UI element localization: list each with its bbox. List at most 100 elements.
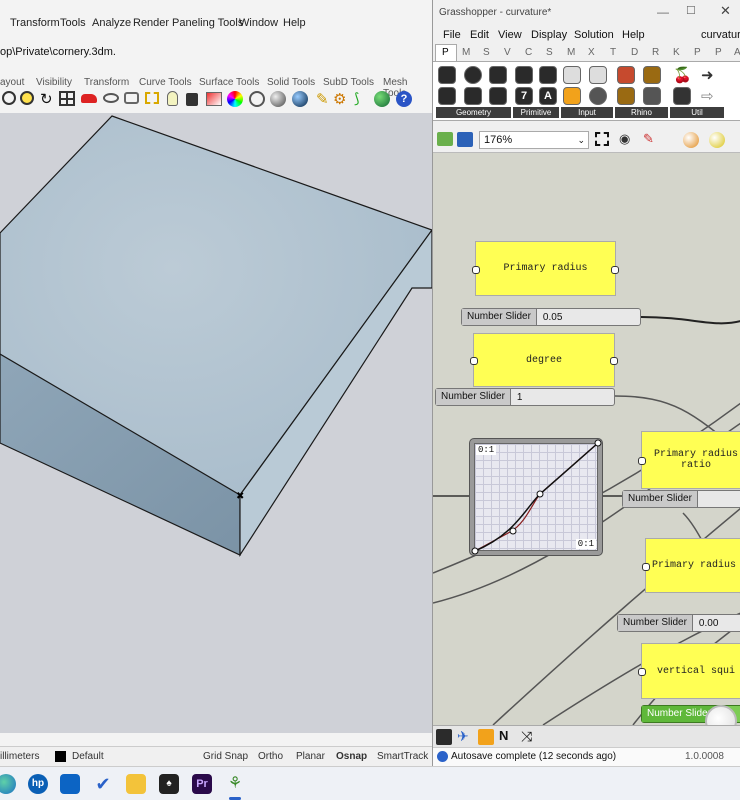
preview-mode-icon[interactable] — [683, 132, 699, 148]
script-icon[interactable]: ⟆ — [354, 90, 359, 107]
sphere-shaded-icon[interactable] — [270, 91, 286, 107]
lock-icon[interactable] — [186, 93, 198, 106]
edge-icon[interactable] — [0, 774, 16, 794]
gear-icon[interactable]: ⚙ — [333, 90, 346, 108]
ortho-toggle[interactable]: Ortho — [258, 751, 283, 762]
solitaire-icon[interactable]: ♠ — [159, 774, 179, 794]
hp-icon[interactable]: hp — [28, 774, 48, 794]
menu-paneling-tools[interactable]: Paneling Tools — [172, 17, 243, 29]
tab-transform[interactable]: Transform — [84, 77, 129, 88]
layer-label[interactable]: Default — [72, 751, 104, 762]
point-param-icon[interactable] — [438, 66, 456, 84]
menu-tools[interactable]: Tools — [60, 17, 86, 29]
camera-icon[interactable] — [124, 92, 139, 104]
globe-icon[interactable] — [374, 91, 390, 107]
osnap-toggle[interactable]: Osnap — [336, 751, 367, 762]
panel-degree[interactable]: degree — [470, 333, 618, 387]
tab-subd-tools[interactable]: SubD Tools — [323, 77, 374, 88]
color-wheel-icon[interactable] — [227, 91, 243, 107]
minimize-icon[interactable]: — — [657, 5, 669, 19]
complex-param-icon[interactable] — [539, 66, 557, 84]
tree-icon[interactable] — [673, 87, 691, 105]
gh-menu-view[interactable]: View — [498, 29, 522, 41]
group-util[interactable]: Util — [670, 107, 724, 118]
slider-degree[interactable]: Number Slider 1 — [435, 388, 615, 406]
bird-icon[interactable]: ✈ — [457, 728, 469, 745]
sphere-icon[interactable] — [249, 91, 265, 107]
menu-transform[interactable]: Transform — [10, 17, 60, 29]
gh-menu-help[interactable]: Help — [622, 29, 645, 41]
curve-param-icon[interactable] — [489, 66, 507, 84]
tab-d[interactable]: D — [631, 47, 638, 58]
display-mode-icon[interactable] — [709, 132, 725, 148]
tab-a[interactable]: A — [734, 47, 740, 58]
arrow-right-outline-icon[interactable]: ⇨ — [701, 87, 714, 105]
toggle-input-icon[interactable] — [589, 66, 607, 84]
panel-primary-radius[interactable]: Primary radius — [472, 241, 619, 296]
todo-icon[interactable]: ✔ — [93, 774, 113, 794]
close-icon[interactable]: ✕ — [720, 3, 731, 19]
tab-visibility[interactable]: Visibility — [36, 77, 72, 88]
zoom-select[interactable]: 176% ⌄ — [479, 131, 589, 149]
group-primitive[interactable]: Primitive — [513, 107, 559, 118]
rhino-model-icon[interactable] — [643, 87, 661, 105]
tab-m[interactable]: M — [462, 47, 470, 58]
group-geometry[interactable]: Geometry — [436, 107, 511, 118]
curve-tool-icon[interactable]: ⤨ — [521, 728, 532, 745]
premiere-icon[interactable]: Pr — [192, 774, 212, 794]
cherries-icon[interactable]: 🍒 — [673, 66, 692, 84]
paint-icon[interactable] — [206, 92, 222, 106]
geometry-param-icon[interactable] — [438, 87, 456, 105]
pen-icon[interactable]: ✎ — [316, 90, 329, 108]
slider-primary-radius[interactable]: Number Slider 0.05 — [461, 308, 641, 326]
rhino-layer-icon[interactable] — [617, 66, 635, 84]
gh-menu-edit[interactable]: Edit — [470, 29, 489, 41]
tab-m2[interactable]: M — [567, 47, 575, 58]
rhino-object-icon[interactable] — [643, 66, 661, 84]
gh-menu-file[interactable]: File — [443, 29, 461, 41]
outlook-icon[interactable] — [60, 774, 80, 794]
sphere-blue-icon[interactable] — [292, 91, 308, 107]
tab-k[interactable]: K — [673, 47, 680, 58]
integer-param-icon[interactable]: 7 — [515, 87, 533, 105]
zoom-extents-icon[interactable] — [595, 132, 609, 146]
open-file-icon[interactable] — [437, 132, 453, 146]
tab-p2[interactable]: P — [694, 47, 701, 58]
button-input-icon[interactable] — [563, 66, 581, 84]
line-param-icon[interactable] — [464, 87, 482, 105]
gh-document-name[interactable]: curvature — [701, 29, 740, 41]
layer-color-swatch[interactable] — [55, 751, 66, 762]
tab-r[interactable]: R — [652, 47, 659, 58]
menu-analyze[interactable]: Analyze — [92, 17, 131, 29]
group-rhino[interactable]: Rhino — [615, 107, 668, 118]
zoom-icon[interactable] — [2, 91, 16, 105]
knob-input-icon[interactable] — [589, 87, 607, 105]
tab-v[interactable]: V — [504, 47, 511, 58]
colour-param-icon[interactable] — [515, 66, 533, 84]
tab-s2[interactable]: S — [546, 47, 553, 58]
tab-surface-tools[interactable]: Surface Tools — [199, 77, 259, 88]
tab-s[interactable]: S — [483, 47, 490, 58]
text-param-icon[interactable]: A — [539, 87, 557, 105]
rhino-baker-icon[interactable] — [617, 87, 635, 105]
tab-t[interactable]: T — [610, 47, 616, 58]
zoom-window-icon[interactable] — [20, 91, 34, 105]
north-icon[interactable]: N — [499, 728, 508, 743]
tab-p[interactable]: P — [442, 47, 449, 58]
folder-icon[interactable] — [126, 774, 146, 794]
help-icon[interactable]: ? — [396, 91, 412, 107]
grasshopper-icon[interactable]: ⚘ — [225, 774, 245, 794]
gh-canvas[interactable]: Primary radius Number Slider 0.05 degree… — [433, 153, 740, 725]
panel-primary-radius-ratio[interactable]: Primary radius ratio — [638, 431, 740, 489]
eye-icon[interactable] — [103, 93, 119, 103]
menu-help[interactable]: Help — [283, 17, 306, 29]
slider-primary-radius-ratio[interactable]: Number Slider — [622, 490, 740, 508]
bulb-icon[interactable] — [167, 91, 178, 106]
dimension-icon[interactable] — [145, 92, 159, 104]
arrow-right-icon[interactable]: ➜ — [701, 66, 714, 84]
graph-icon[interactable] — [478, 729, 494, 745]
car-icon[interactable] — [81, 94, 97, 103]
rotate-icon[interactable]: ↻ — [40, 90, 53, 108]
planar-toggle[interactable]: Planar — [296, 751, 325, 762]
tab-curve-tools[interactable]: Curve Tools — [139, 77, 192, 88]
